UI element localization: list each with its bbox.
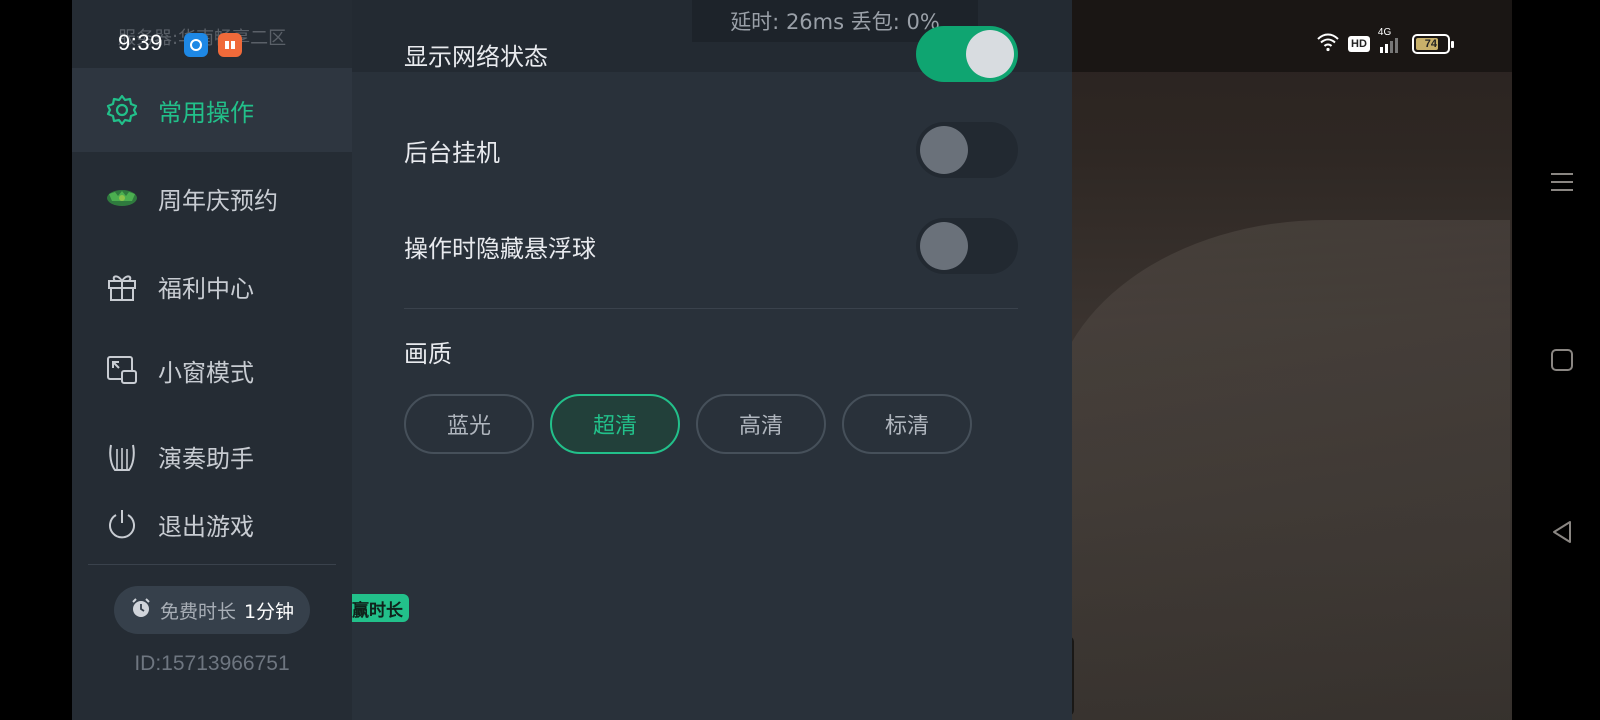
status-right-group: HD 4G 74 [1316,27,1454,55]
background-idle-toggle[interactable] [916,122,1018,178]
sidebar-item-label: 退出游戏 [158,512,254,541]
battery-level: 74 [1424,37,1438,50]
free-time-badge[interactable]: 免费时长 1分钟 [114,586,310,634]
sidebar-item-anniversary[interactable]: 周年庆预约 [72,156,352,240]
sidebar: 服务器:华南畅享二区 常用操作 周年庆预约 [72,0,352,720]
signal-icon: 4G [1378,27,1404,53]
settings-panel: 延时: 26ms 丢包: 0% 显示网络状态 后台挂机 操作时隐藏悬浮球 画质 … [352,0,1072,720]
hd-voice-badge: HD [1348,35,1370,52]
setting-show-network-status: 显示网络状态 [404,14,1018,94]
setting-label: 显示网络状态 [404,42,548,71]
setting-label: 后台挂机 [404,138,500,167]
setting-label: 操作时隐藏悬浮球 [404,234,596,263]
show-network-status-toggle[interactable] [916,26,1018,82]
earn-time-badge[interactable]: 赢时长 [352,594,409,622]
book-app-icon [218,33,242,57]
toggle-knob [920,222,968,270]
sidebar-divider [88,564,336,565]
status-time: 9:39 [118,30,163,55]
setting-background-idle: 后台挂机 [404,110,1018,190]
free-time-label: 免费时长 [159,600,236,623]
sidebar-item-label: 福利中心 [158,274,254,303]
setting-hide-float-ball: 操作时隐藏悬浮球 [404,206,1018,286]
free-time-value: 1分钟 [243,600,295,623]
quality-option-bluray[interactable]: 蓝光 [404,394,534,454]
quality-option-hd[interactable]: 高清 [696,394,826,454]
toggle-knob [920,126,968,174]
network-type: 4G [1377,26,1392,38]
quality-options: 蓝光 超清 高清 标清 [404,394,972,454]
toggle-knob [966,30,1014,78]
sidebar-item-label: 常用操作 [158,98,254,127]
sidebar-item-mini-window[interactable]: 小窗模式 [72,328,352,412]
quality-title: 画质 [404,340,452,368]
anniversary-icon [104,180,140,216]
wifi-icon [1316,32,1340,55]
sidebar-item-label: 小窗模式 [158,358,254,387]
game-background [1050,0,1600,720]
back-icon[interactable] [1548,518,1576,553]
sidebar-item-common-actions[interactable]: 常用操作 [72,68,352,152]
gear-icon [104,92,140,128]
power-icon [104,506,140,542]
browser-app-icon [184,33,208,57]
menu-icon[interactable] [1548,168,1576,203]
quality-option-sd[interactable]: 标清 [842,394,972,454]
gift-icon [104,268,140,304]
game-terrain [1050,220,1510,720]
hide-float-ball-toggle[interactable] [916,218,1018,274]
home-icon[interactable] [1548,346,1576,381]
sidebar-item-label: 演奏助手 [158,444,254,473]
panel-divider [404,308,1018,309]
sidebar-item-label: 周年庆预约 [158,186,278,215]
mini-window-icon [104,352,140,388]
user-id: ID:15713966751 [134,652,290,675]
sidebar-item-exit-game[interactable]: 退出游戏 [72,482,352,566]
sidebar-item-welfare[interactable]: 福利中心 [72,244,352,328]
quality-option-ultra-hd[interactable]: 超清 [550,394,680,454]
battery-icon: 74 [1411,33,1454,54]
lyre-icon [104,438,140,474]
alarm-clock-icon [130,597,152,624]
